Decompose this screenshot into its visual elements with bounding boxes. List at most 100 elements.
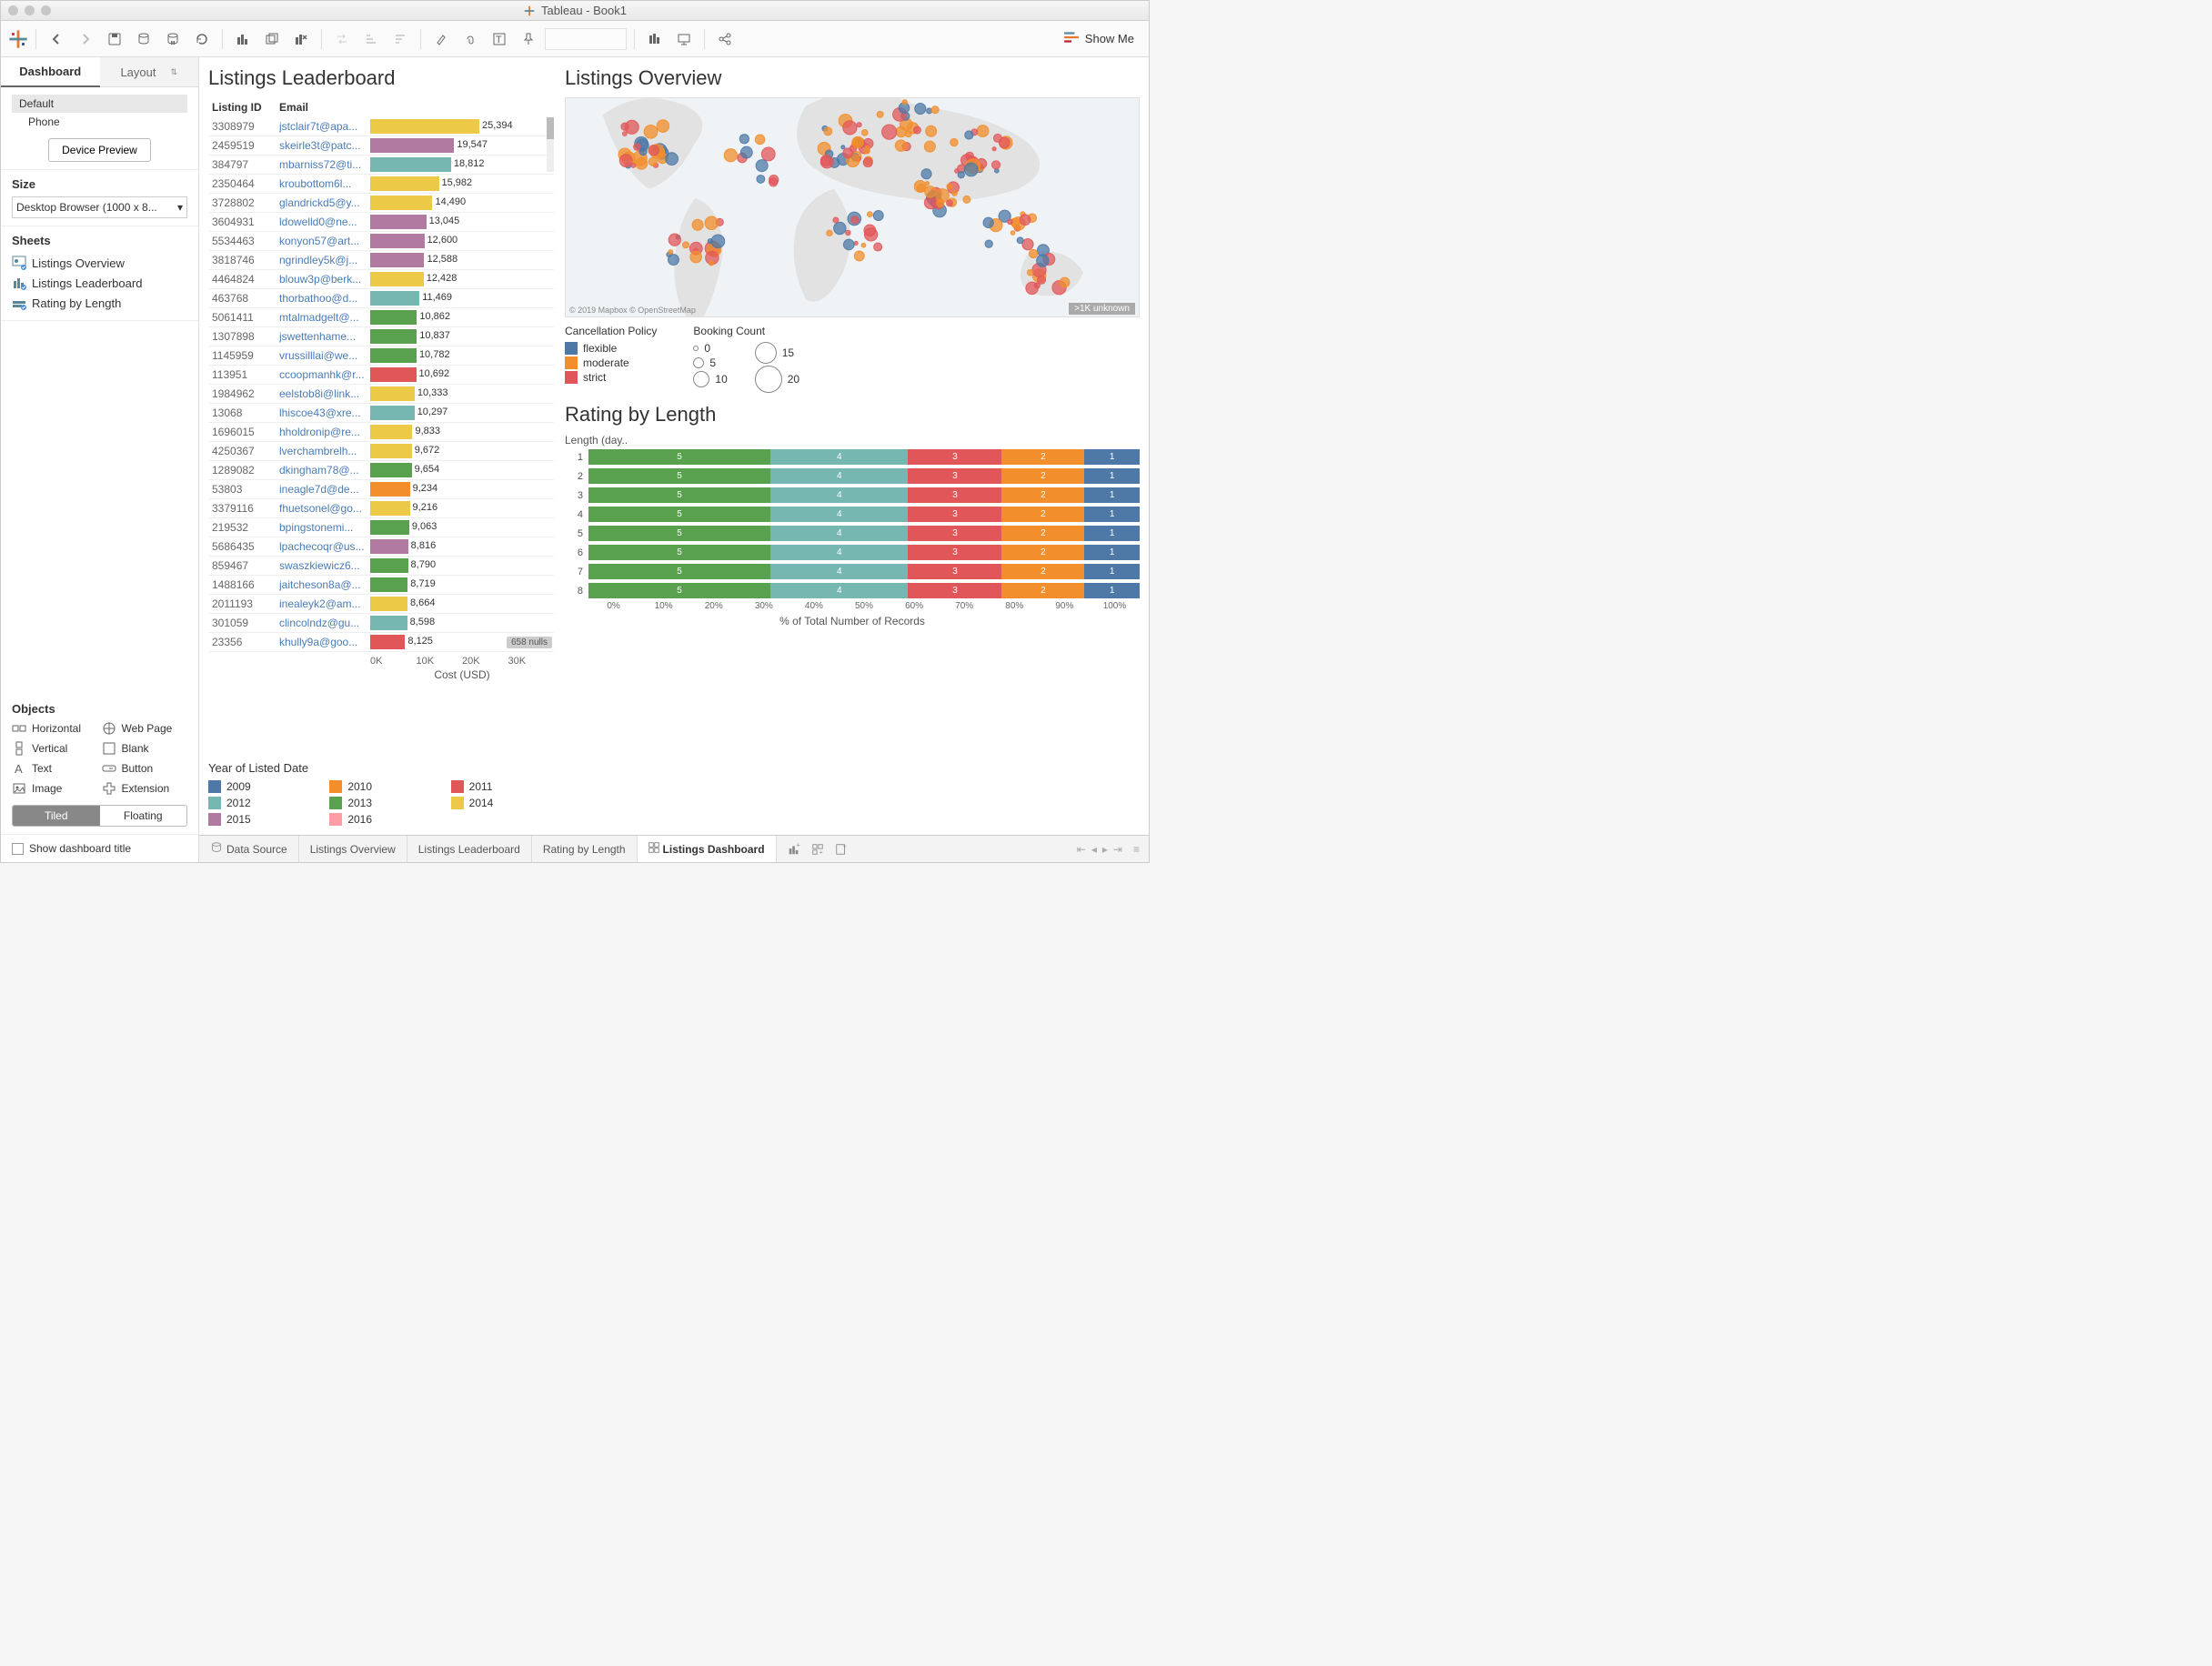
object-web-page[interactable]: Web Page	[102, 721, 188, 736]
save-button[interactable]	[102, 26, 127, 52]
booking-legend-item[interactable]: 20	[755, 365, 799, 394]
booking-legend-item[interactable]: 0	[693, 341, 727, 356]
device-default[interactable]: Default	[12, 95, 187, 113]
table-row[interactable]: 53803ineagle7d@de...9,234	[208, 480, 554, 499]
tab-data-source[interactable]: Data Source	[199, 836, 299, 862]
table-row[interactable]: 2350464kroubottom6l...15,982	[208, 175, 554, 194]
duplicate-button[interactable]	[259, 26, 285, 52]
rating-row[interactable]: 654321	[565, 544, 1140, 561]
table-row[interactable]: 113951ccoopmanhk@r...10,692	[208, 366, 554, 385]
rating-row[interactable]: 754321	[565, 563, 1140, 580]
year-legend-item[interactable]: 2011	[451, 780, 554, 793]
show-title-checkbox[interactable]	[12, 843, 24, 855]
table-row[interactable]: 5061411mtalmadgelt@...10,862	[208, 308, 554, 327]
booking-legend-item[interactable]: 5	[693, 356, 727, 370]
fit-button[interactable]	[642, 26, 668, 52]
floating-button[interactable]: Floating	[100, 806, 187, 826]
table-row[interactable]: 23356khully9a@goo...8,125658 nulls	[208, 633, 554, 652]
year-legend-item[interactable]: 2010	[329, 780, 432, 793]
forward-button[interactable]	[73, 26, 98, 52]
tab-layout[interactable]: Layout ⇅	[100, 57, 199, 87]
minimize-window-icon[interactable]	[25, 5, 35, 15]
policy-legend-item[interactable]: flexible	[565, 341, 657, 356]
year-legend-item[interactable]: 2016	[329, 813, 432, 826]
attachment-button[interactable]	[457, 26, 483, 52]
table-row[interactable]: 219532bpingstonemi...9,063	[208, 518, 554, 537]
table-row[interactable]: 3308979jstclair7t@apa...25,394	[208, 117, 554, 136]
table-row[interactable]: 3379116fhuetsonel@go...9,216	[208, 499, 554, 518]
rating-row[interactable]: 154321	[565, 448, 1140, 466]
year-legend-item[interactable]: 2012	[208, 797, 311, 809]
map-unknown-badge[interactable]: >1K unknown	[1069, 303, 1135, 315]
rating-row[interactable]: 354321	[565, 487, 1140, 504]
rating-row[interactable]: 454321	[565, 506, 1140, 523]
object-vertical[interactable]: Vertical	[12, 741, 98, 756]
sheet-tab[interactable]: Listings Overview	[299, 836, 407, 862]
table-row[interactable]: 4464824blouw3p@berk...12,428	[208, 270, 554, 289]
share-button[interactable]	[712, 26, 738, 52]
nulls-badge[interactable]: 658 nulls	[507, 637, 552, 648]
clear-button[interactable]	[288, 26, 314, 52]
maximize-window-icon[interactable]	[41, 5, 51, 15]
sort-asc-button[interactable]	[358, 26, 384, 52]
object-image[interactable]: Image	[12, 781, 98, 796]
sheet-tab[interactable]: Rating by Length	[532, 836, 638, 862]
new-worksheet-button[interactable]	[230, 26, 256, 52]
tiled-button[interactable]: Tiled	[13, 806, 100, 826]
rating-row[interactable]: 554321	[565, 525, 1140, 542]
new-datasource-button[interactable]	[131, 26, 156, 52]
tab-prev-icon[interactable]: ◂	[1091, 843, 1097, 856]
device-phone[interactable]: Phone	[12, 113, 187, 131]
booking-legend-item[interactable]: 10	[693, 370, 727, 388]
policy-legend-item[interactable]: strict	[565, 370, 657, 385]
table-row[interactable]: 2011193inealeyk2@am...8,664	[208, 595, 554, 614]
sort-desc-button[interactable]	[387, 26, 413, 52]
table-row[interactable]: 301059clincolndz@gu...8,598	[208, 614, 554, 633]
table-row[interactable]: 3604931ldowelld0@ne...13,045	[208, 213, 554, 232]
table-row[interactable]: 1289082dkingham78@...9,654	[208, 461, 554, 480]
new-worksheet-tab-button[interactable]: +	[786, 841, 802, 858]
object-blank[interactable]: Blank	[102, 741, 188, 756]
table-row[interactable]: 3818746ngrindley5k@j...12,588	[208, 251, 554, 270]
object-text[interactable]: AText	[12, 761, 98, 776]
highlight-button[interactable]	[428, 26, 454, 52]
tab-dashboard[interactable]: Dashboard	[1, 57, 100, 87]
year-legend-item[interactable]: 2014	[451, 797, 554, 809]
booking-legend-item[interactable]: 15	[755, 341, 799, 365]
rating-row[interactable]: 854321	[565, 582, 1140, 599]
world-map[interactable]: © 2019 Mapbox © OpenStreetMap >1K unknow…	[565, 97, 1140, 317]
table-row[interactable]: 384797mbarniss72@ti...18,812	[208, 156, 554, 175]
tab-last-icon[interactable]: ⇥	[1113, 843, 1122, 856]
tableau-home-icon[interactable]	[8, 29, 28, 49]
refresh-button[interactable]	[189, 26, 215, 52]
new-dashboard-tab-button[interactable]: +	[809, 841, 826, 858]
size-select[interactable]: Desktop Browser (1000 x 8... ▾	[12, 196, 187, 218]
tab-next-icon[interactable]: ▸	[1102, 843, 1108, 856]
table-row[interactable]: 463768thorbathoo@d...11,469	[208, 289, 554, 308]
table-row[interactable]: 5686435lpachecoqr@us...8,816	[208, 537, 554, 557]
pause-updates-button[interactable]	[160, 26, 186, 52]
table-row[interactable]: 1307898jswettenhame...10,837	[208, 327, 554, 346]
tab-list-icon[interactable]: ≡	[1133, 843, 1140, 856]
close-window-icon[interactable]	[8, 5, 18, 15]
new-story-tab-button[interactable]: +	[833, 841, 850, 858]
table-row[interactable]: 1145959vrussilllai@we...10,782	[208, 346, 554, 366]
policy-legend-item[interactable]: moderate	[565, 356, 657, 370]
rating-row[interactable]: 254321	[565, 467, 1140, 485]
year-legend-item[interactable]: 2009	[208, 780, 311, 793]
sheet-item[interactable]: Rating by Length	[12, 293, 187, 313]
toolbar-dropdown[interactable]	[545, 28, 627, 50]
year-legend-item[interactable]: 2015	[208, 813, 311, 826]
table-row[interactable]: 2459519skeirle3t@patc...19,547	[208, 136, 554, 156]
text-label-button[interactable]: T	[487, 26, 512, 52]
table-row[interactable]: 5534463konyon57@art...12,600	[208, 232, 554, 251]
sheet-tab[interactable]: Listings Leaderboard	[407, 836, 532, 862]
show-me-button[interactable]: Show Me	[1056, 25, 1141, 52]
device-preview-button[interactable]: Device Preview	[48, 138, 151, 162]
sheet-item[interactable]: Listings Overview	[12, 253, 187, 273]
table-row[interactable]: 1488166jaitcheson8a@...8,719	[208, 576, 554, 595]
year-legend-item[interactable]: 2013	[329, 797, 432, 809]
sheet-tab[interactable]: Listings Dashboard	[638, 836, 777, 862]
object-extension[interactable]: Extension	[102, 781, 188, 796]
back-button[interactable]	[44, 26, 69, 52]
